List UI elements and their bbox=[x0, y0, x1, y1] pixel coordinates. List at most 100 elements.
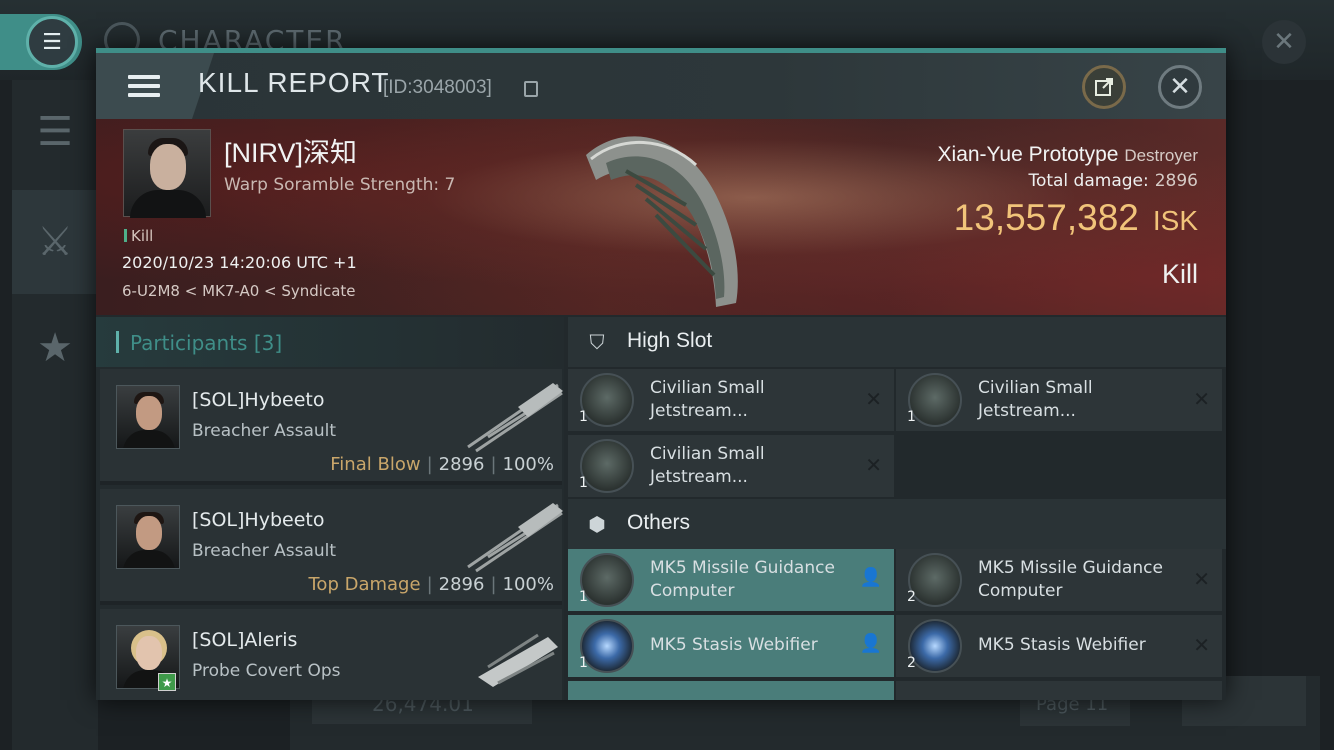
modal-title: KILL REPORT bbox=[198, 67, 390, 98]
kill-report-modal: KILL REPORT [ID:3048003] ✕ [NIRV]深知 Warp… bbox=[96, 48, 1226, 700]
share-button[interactable] bbox=[1082, 65, 1126, 109]
module-item-partial[interactable] bbox=[568, 681, 894, 700]
participants-panel: Participants [3] [SOL]Hybeeto Breacher A… bbox=[96, 317, 564, 700]
participants-count: [3] bbox=[253, 331, 283, 355]
module-item[interactable]: 1 MK5 Stasis Webifier 👤 bbox=[568, 615, 894, 677]
star-badge-icon: ★ bbox=[158, 673, 176, 691]
participant-stats: Top Damage | 2896 | 100% bbox=[308, 574, 555, 595]
background-close-icon[interactable]: ✕ bbox=[1262, 20, 1306, 64]
close-icon: ✕ bbox=[1193, 633, 1210, 657]
kill-banner: [NIRV]深知 Warp Soramble Strength: 7 Kill … bbox=[96, 119, 1226, 315]
module-qty: 1 bbox=[579, 655, 588, 671]
participant-damage: 2896 bbox=[438, 454, 485, 475]
participant-name: [SOL]Hybeeto bbox=[192, 509, 325, 531]
shield-icon: ⛉ bbox=[589, 330, 605, 354]
participant-row[interactable]: ★ [SOL]Aleris Probe Covert Ops bbox=[100, 609, 562, 700]
person-icon: 👤 bbox=[859, 633, 882, 654]
ship-name: Xian-Yue Prototype bbox=[937, 143, 1119, 166]
module-item[interactable]: 1 MK5 Missile Guidance Computer 👤 bbox=[568, 549, 894, 611]
participant-name: [SOL]Aleris bbox=[192, 629, 298, 651]
participant-row[interactable]: [SOL]Hybeeto Breacher Assault Top Damage… bbox=[100, 489, 563, 605]
participant-ship: Breacher Assault bbox=[192, 541, 337, 561]
module-item[interactable]: 1 Civilian Small Jetstream... ✕ bbox=[896, 369, 1222, 431]
module-icon bbox=[580, 439, 634, 493]
close-icon: ✕ bbox=[1193, 567, 1210, 591]
kill-location[interactable]: 6-U2M8 < MK7-A0 < Syndicate bbox=[122, 282, 356, 300]
participant-ship: Breacher Assault bbox=[192, 421, 337, 441]
module-name: MK5 Stasis Webifier bbox=[978, 635, 1146, 655]
others-header: ⬢ Others bbox=[568, 499, 1226, 549]
participant-ship: Probe Covert Ops bbox=[192, 661, 341, 681]
module-qty: 1 bbox=[579, 409, 588, 425]
module-icon bbox=[908, 553, 962, 607]
kill-tag: Kill bbox=[124, 227, 153, 245]
sidebar-star-icon[interactable]: ★ bbox=[12, 296, 98, 400]
victim-subtitle: Warp Soramble Strength: 7 bbox=[224, 175, 456, 195]
module-name: Civilian Small Jetstream... bbox=[650, 378, 765, 421]
modal-header: KILL REPORT [ID:3048003] ✕ bbox=[96, 53, 1226, 119]
module-item[interactable]: 1 Civilian Small Jetstream... ✕ bbox=[568, 369, 894, 431]
participant-ship-image bbox=[467, 383, 563, 453]
module-item[interactable]: 2 MK5 Stasis Webifier ✕ bbox=[896, 615, 1222, 677]
close-button[interactable]: ✕ bbox=[1158, 65, 1202, 109]
total-damage: Total damage: 2896 bbox=[1028, 171, 1198, 191]
module-icon bbox=[908, 373, 962, 427]
close-icon: ✕ bbox=[1193, 387, 1210, 411]
victim-portrait[interactable] bbox=[123, 129, 211, 218]
participant-portrait[interactable] bbox=[116, 385, 180, 449]
sidebar-combat-icon[interactable]: ⚔ bbox=[12, 190, 98, 294]
ship-type[interactable]: Xian-Yue Prototype Destroyer bbox=[938, 143, 1198, 167]
participant-tag: Final Blow bbox=[330, 454, 421, 475]
module-icon bbox=[580, 619, 634, 673]
participant-portrait[interactable] bbox=[116, 505, 180, 569]
hamburger-icon bbox=[128, 75, 160, 97]
module-name: Civilian Small Jetstream... bbox=[650, 444, 765, 487]
module-name: MK5 Stasis Webifier bbox=[650, 635, 818, 655]
participant-ship-image bbox=[478, 633, 558, 687]
menu-button[interactable] bbox=[96, 53, 214, 119]
participant-name: [SOL]Hybeeto bbox=[192, 389, 325, 411]
total-damage-label: Total damage: bbox=[1028, 171, 1149, 191]
high-slot-header: ⛉ High Slot bbox=[568, 317, 1226, 367]
total-damage-value: 2896 bbox=[1154, 171, 1198, 191]
ship-image bbox=[586, 136, 738, 307]
copy-icon[interactable] bbox=[524, 81, 538, 97]
others-title: Others bbox=[627, 511, 691, 534]
isk-unit: ISK bbox=[1152, 205, 1198, 236]
participants-title: Participants bbox=[130, 331, 248, 355]
module-qty: 1 bbox=[579, 589, 588, 605]
module-name: MK5 Missile Guidance Computer bbox=[978, 558, 1163, 601]
module-icon bbox=[908, 619, 962, 673]
participant-damage: 2896 bbox=[438, 574, 485, 595]
module-name: Civilian Small Jetstream... bbox=[978, 378, 1093, 421]
close-icon: ✕ bbox=[1169, 72, 1191, 102]
sidebar-menu-icon[interactable]: ☰ bbox=[12, 80, 98, 184]
fitting-panel: ⛉ High Slot 1 Civilian Small Jetstream..… bbox=[568, 317, 1226, 700]
module-item-partial[interactable] bbox=[896, 681, 1222, 700]
close-icon: ✕ bbox=[865, 453, 882, 477]
module-qty: 1 bbox=[579, 475, 588, 491]
module-item[interactable]: 2 MK5 Missile Guidance Computer ✕ bbox=[896, 549, 1222, 611]
module-item[interactable]: 1 Civilian Small Jetstream... ✕ bbox=[568, 435, 894, 497]
person-icon: 👤 bbox=[859, 567, 882, 588]
participant-row[interactable]: [SOL]Hybeeto Breacher Assault Final Blow… bbox=[100, 369, 563, 485]
participant-percent: 100% bbox=[502, 454, 554, 475]
kill-datetime: 2020/10/23 14:20:06 UTC +1 bbox=[122, 253, 357, 272]
module-name: MK5 Missile Guidance Computer bbox=[650, 558, 835, 601]
participant-tag: Top Damage bbox=[308, 574, 421, 595]
module-icon bbox=[580, 373, 634, 427]
kill-result: Kill bbox=[1161, 259, 1198, 289]
module-qty: 2 bbox=[907, 589, 916, 605]
module-qty: 1 bbox=[907, 409, 916, 425]
participant-ship-image bbox=[467, 503, 563, 573]
cube-icon: ⬢ bbox=[588, 512, 606, 536]
victim-name[interactable]: [NIRV]深知 bbox=[224, 131, 357, 170]
high-slot-title: High Slot bbox=[627, 329, 713, 352]
participant-percent: 100% bbox=[502, 574, 554, 595]
participant-stats: Final Blow | 2896 | 100% bbox=[330, 454, 554, 475]
isk-amount: 13,557,382 bbox=[953, 197, 1139, 238]
report-id: [ID:3048003] bbox=[383, 77, 492, 98]
ship-class: Destroyer bbox=[1124, 146, 1198, 165]
module-qty: 2 bbox=[907, 655, 916, 671]
background-menu-button[interactable]: ☰ bbox=[0, 14, 82, 70]
